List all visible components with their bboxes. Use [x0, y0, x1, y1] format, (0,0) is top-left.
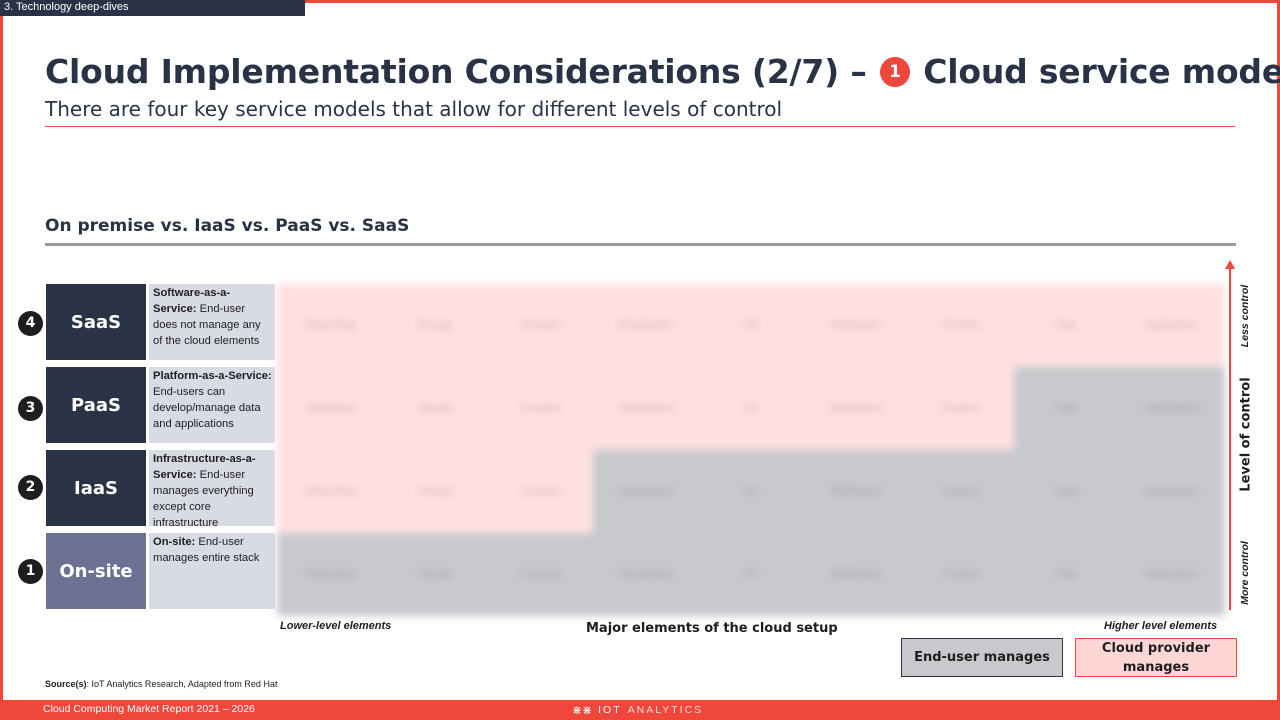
row-number-iaas: 2 [18, 475, 43, 500]
grid-cell-middleware: Middleware [803, 367, 910, 450]
row-description-saas: Software-as-a-Service: End-user does not… [149, 284, 275, 360]
chart-heading-divider [45, 243, 1236, 246]
grid-cell-middleware: Middleware [803, 533, 910, 616]
grid-cell-storage: Storage [382, 533, 489, 616]
grid-cell-applications: Applications [1118, 533, 1225, 616]
network-logo-icon: ⋇⋇ [572, 703, 593, 717]
grid-cell-storage: Storage [382, 367, 489, 450]
grid-cell-os: OS [697, 367, 805, 450]
section-tag: 3. Technology deep-dives [0, 0, 305, 16]
grid-cell-data: Data [1013, 284, 1120, 367]
grid-cell-applications: Applications [1118, 367, 1225, 450]
responsibility-grid: Networking Storage Compute Virtualization OS… [277, 284, 1225, 616]
page-title: Cloud Implementation Considerations (2/7… [45, 52, 1280, 91]
chart-heading: On premise vs. IaaS vs. PaaS vs. SaaS [45, 216, 410, 236]
axis-label-level-of-control: Level of control [1238, 377, 1254, 492]
source-text: : IoT Analytics Research, Adapted from R… [86, 679, 278, 689]
axis-label-major-elements: Major elements of the cloud setup [586, 621, 838, 636]
grid-cell-runtime: Runtime [908, 450, 1015, 533]
title-number-badge: 1 [879, 57, 910, 87]
axis-label-higher-level: Higher level elements [1104, 620, 1218, 632]
grid-cell-networking: Networking [277, 367, 384, 450]
grid-cell-data: Data [1013, 367, 1120, 450]
row-label-iaas: IaaS [46, 450, 146, 526]
row-label-onsite: On-site [46, 533, 146, 609]
level-of-control-axis [1229, 266, 1231, 610]
row-label-paas: PaaS [46, 367, 146, 443]
row-description-paas: Platform-as-a-Service: End-users can dev… [149, 367, 275, 443]
logo-text-bold: IOT [598, 704, 622, 716]
grid-cell-data: Data [1013, 533, 1120, 616]
legend-end-user-manages: End-user manages [901, 638, 1063, 677]
grid-cell-storage: Storage [382, 450, 489, 533]
axis-label-less-control: Less control [1239, 284, 1251, 348]
axis-label-more-control: More control [1239, 541, 1251, 605]
row-number-paas: 3 [18, 396, 43, 421]
title-main: Cloud Implementation Considerations (2/7… [45, 52, 867, 91]
grid-cell-os: OS [697, 450, 805, 533]
grid-cell-compute: Compute [487, 367, 594, 450]
page-subtitle: There are four key service models that a… [45, 97, 783, 121]
row-number-onsite: 1 [18, 559, 43, 584]
row-description-text: End-users can develop/manage data and ap… [153, 386, 261, 430]
row-description-term: On-site: [153, 536, 196, 548]
grid-cell-networking: Networking [277, 284, 384, 367]
source-label: Source(s) [45, 679, 87, 689]
grid-cell-middleware: Middleware [803, 284, 910, 367]
footer-logo: ⋇⋇ IOT ANALYTICS [572, 703, 703, 717]
grid-cell-networking: Networking [277, 450, 384, 533]
grid-cell-virtualization: Virtualization [592, 533, 699, 616]
grid-cell-storage: Storage [382, 284, 489, 367]
grid-cell-virtualization: Virtualization [592, 284, 699, 367]
footer-bar: Cloud Computing Market Report 2021 – 202… [0, 700, 1280, 720]
row-description-onsite: On-site: End-user manages entire stack [149, 533, 275, 609]
grid-cell-compute: Compute [487, 450, 594, 533]
logo-text-light: ANALYTICS [627, 704, 704, 716]
grid-cell-os: OS [697, 284, 805, 367]
row-description-iaas: Infrastructure-as-a-Service: End-user ma… [149, 450, 275, 526]
grid-cell-runtime: Runtime [908, 533, 1015, 616]
row-number-saas: 4 [18, 311, 43, 336]
grid-cell-middleware: Middleware [803, 450, 910, 533]
legend-cloud-provider-manages: Cloud provider manages [1075, 638, 1237, 677]
grid-cell-runtime: Runtime [908, 284, 1015, 367]
grid-cell-compute: Compute [487, 284, 594, 367]
row-description-term: Platform-as-a-Service: [153, 370, 272, 382]
row-label-saas: SaaS [46, 284, 146, 360]
grid-cell-applications: Applications [1118, 284, 1225, 367]
grid-cell-compute: Compute [487, 533, 594, 616]
title-topic: Cloud service model [923, 52, 1280, 91]
grid-cell-runtime: Runtime [908, 367, 1015, 450]
grid-cell-virtualization: Virtualization [592, 450, 699, 533]
footer-report-title: Cloud Computing Market Report 2021 – 202… [43, 703, 255, 715]
axis-label-lower-level: Lower-level elements [280, 620, 392, 632]
grid-cell-virtualization: Virtualization [592, 367, 699, 450]
grid-cell-networking: Networking [277, 533, 384, 616]
source-note: Source(s): IoT Analytics Research, Adapt… [45, 679, 277, 689]
grid-cell-applications: Applications [1118, 450, 1225, 533]
grid-cell-data: Data [1013, 450, 1120, 533]
title-divider [45, 126, 1235, 127]
grid-cell-os: OS [697, 533, 805, 616]
